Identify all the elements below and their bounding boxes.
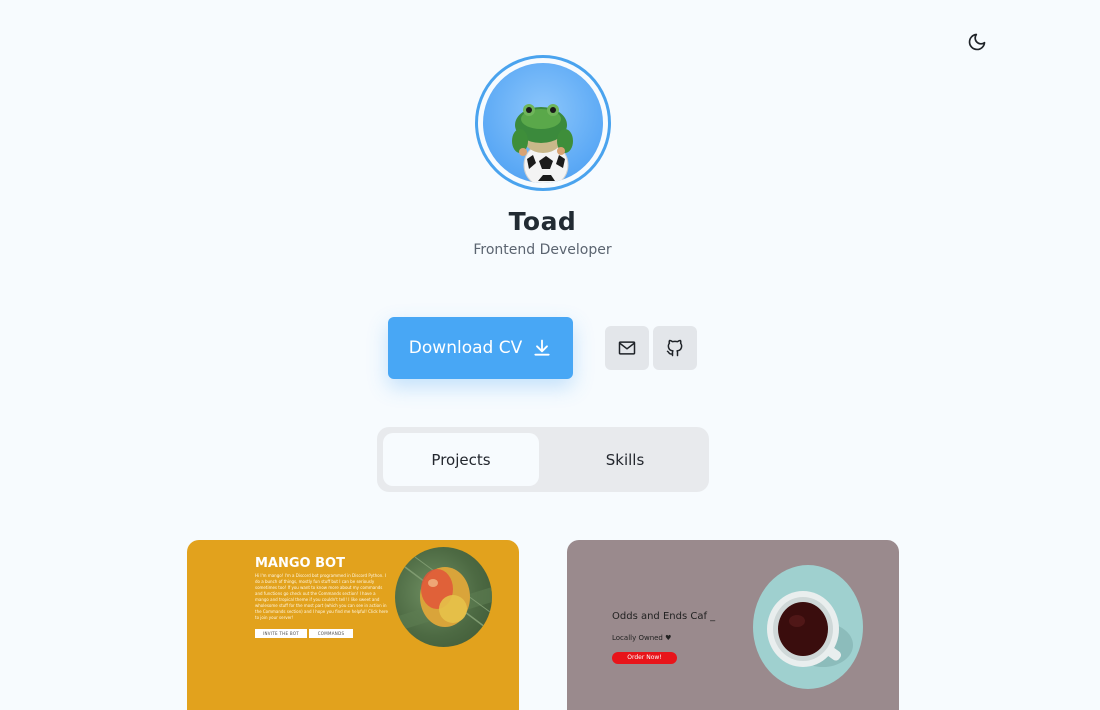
tab-projects[interactable]: Projects — [383, 433, 539, 486]
section-tabs: Projects Skills — [377, 427, 709, 492]
avatar — [483, 63, 603, 183]
project-card-cafe[interactable]: Odds and Ends Caf _ Locally Owned ♥ Orde… — [567, 540, 899, 710]
github-icon — [666, 339, 683, 357]
project-subtitle: Locally Owned ♥ — [612, 634, 672, 642]
mango-image — [395, 547, 492, 647]
invite-bot-button: INVITE THE BOT — [255, 629, 307, 638]
order-now-button: Order Now! — [612, 652, 677, 664]
coffee-cup-image — [753, 565, 863, 689]
avatar-ring — [475, 55, 611, 191]
moon-icon — [968, 33, 986, 51]
tab-skills[interactable]: Skills — [547, 433, 703, 486]
project-card-mango-bot[interactable]: MANGO BOT Hi I'm mango! I'm a Discord bo… — [187, 540, 519, 710]
project-title: Odds and Ends Caf _ — [612, 611, 716, 622]
project-description: Hi I'm mango! I'm a Discord bot programm… — [255, 573, 388, 620]
project-title: MANGO BOT — [255, 556, 345, 571]
profile-role: Frontend Developer — [473, 242, 612, 258]
profile-name: Toad — [508, 207, 577, 236]
mail-button[interactable] — [605, 326, 649, 370]
download-cv-button[interactable]: Download CV — [388, 317, 573, 379]
frog-on-soccer-ball-avatar — [512, 104, 573, 183]
download-icon — [534, 339, 550, 356]
download-cv-label: Download CV — [408, 338, 523, 358]
github-button[interactable] — [653, 326, 697, 370]
mail-icon — [618, 341, 636, 355]
commands-button: COMMANDS — [309, 629, 353, 638]
theme-toggle-button[interactable] — [963, 28, 991, 56]
